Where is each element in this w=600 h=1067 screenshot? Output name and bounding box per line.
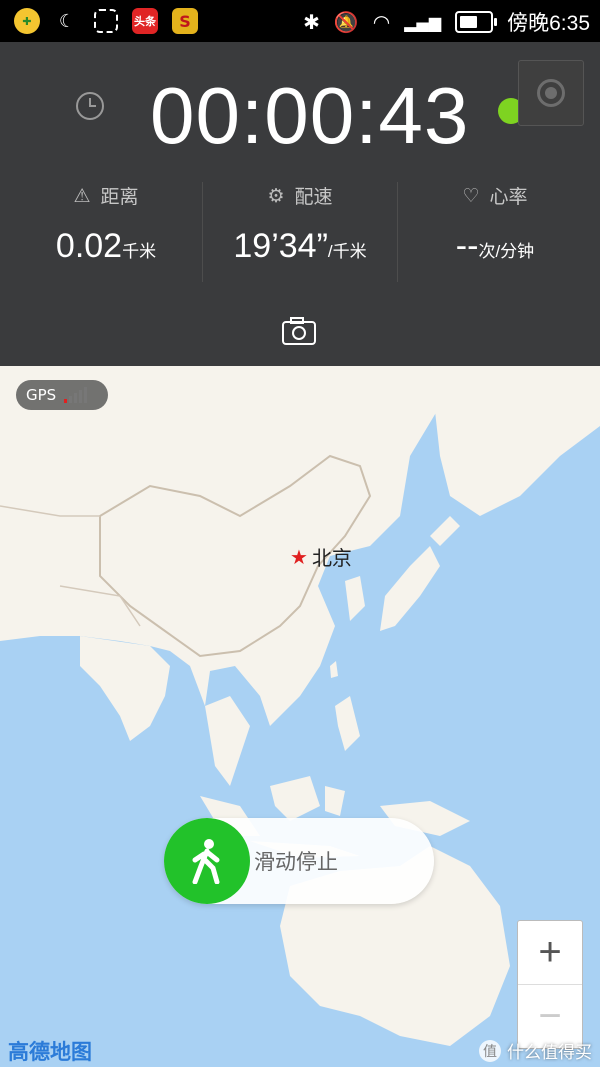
app-icon-plus: ✚: [14, 8, 40, 34]
app-icon-screenshot: [94, 9, 118, 33]
stat-heart-label: 心率: [489, 186, 528, 208]
stat-pace-unit: /千米: [327, 242, 367, 261]
zoom-in-button[interactable]: +: [518, 921, 582, 984]
city-marker-beijing: ★ 北京: [290, 542, 352, 571]
star-icon: ★: [290, 544, 308, 569]
heart-icon: ♡: [462, 184, 480, 207]
signal-bars-icon: [64, 387, 88, 403]
stat-distance: ⚠ 距离 0.02千米: [6, 182, 206, 266]
stat-heart-value: --: [455, 227, 479, 265]
watermark-text: 什么值得买: [507, 1043, 592, 1063]
gps-label: GPS: [26, 386, 57, 404]
runner-icon: ⚙: [267, 184, 285, 207]
city-label: 北京: [311, 546, 352, 570]
map-canvas: [0, 366, 600, 1067]
walker-icon: [192, 839, 220, 884]
bluetooth-icon: ✱: [303, 10, 320, 34]
stat-heart-unit: 次/分钟: [478, 242, 535, 261]
camera-icon[interactable]: [281, 316, 317, 346]
app-icon-moon: ☾: [58, 10, 76, 32]
slider-knob[interactable]: [164, 818, 250, 904]
workout-panel: 00:00:43 ⚠ 距离 0.02千米 ⚙ 配速 19’34”/千米 ♡ 心率 --…: [0, 42, 600, 366]
clock-time: 傍晚6:35: [507, 12, 590, 35]
target-icon: [537, 79, 565, 107]
watermark: 值 什么值得买: [479, 1038, 592, 1063]
stat-pace-label: 配速: [294, 186, 333, 208]
app-icon-s: S: [172, 8, 198, 34]
stat-heart-rate: ♡ 心率 --次/分钟: [395, 182, 595, 266]
map-view[interactable]: GPS ★ 北京 滑动停止 + − 高德地图 值 什么值得买: [0, 366, 600, 1067]
status-bar: ✚ ☾ 头条 S ✱ 🔕 ◠ ▂▄▆ 傍晚6:35: [0, 0, 600, 42]
map-provider-logo: 高德地图: [8, 1040, 92, 1064]
wifi-icon: ◠: [372, 10, 391, 34]
battery-icon: [455, 11, 498, 33]
elapsed-timer: 00:00:43: [150, 71, 470, 160]
stat-distance-unit: 千米: [122, 242, 157, 261]
app-icon-toutiao: 头条: [132, 8, 158, 34]
stat-distance-value: 0.02: [55, 227, 123, 265]
mute-icon: 🔕: [333, 10, 359, 34]
slider-label: 滑动停止: [254, 850, 338, 874]
stat-pace: ⚙ 配速 19’34”/千米: [200, 182, 400, 266]
road-icon: ⚠: [73, 184, 91, 207]
slide-to-stop[interactable]: 滑动停止: [164, 818, 434, 904]
locate-button[interactable]: [518, 60, 584, 126]
stat-distance-label: 距离: [100, 186, 139, 208]
gps-signal-indicator: GPS: [16, 380, 108, 410]
signal-icon: ▂▄▆: [404, 12, 442, 32]
stat-pace-value: 19’34”: [233, 227, 328, 265]
zoom-controls: + −: [517, 920, 583, 1049]
clock-icon: [76, 92, 104, 120]
watermark-icon: 值: [479, 1039, 501, 1062]
